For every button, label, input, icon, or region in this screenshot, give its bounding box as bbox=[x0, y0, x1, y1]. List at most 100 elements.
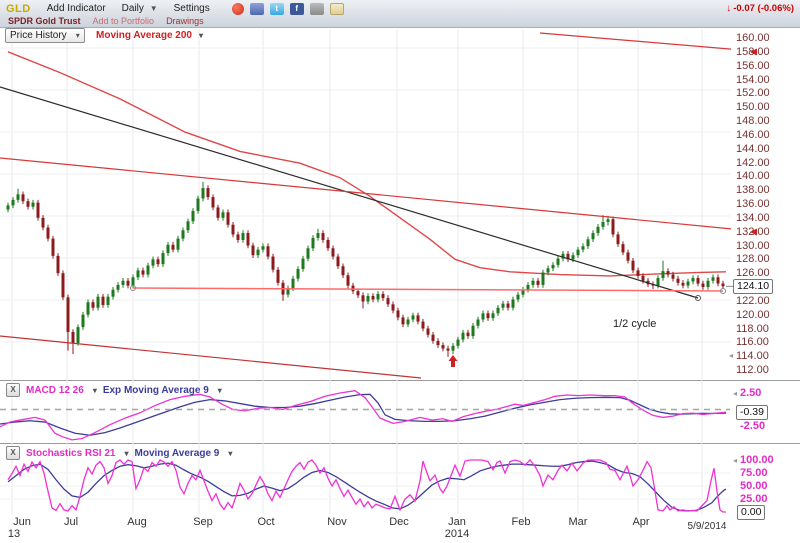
down-arrow-icon: ↓ bbox=[726, 3, 731, 14]
chevron-down-icon: ▾ bbox=[76, 31, 80, 40]
symbol-label[interactable]: GLD bbox=[6, 3, 31, 15]
toolbar-row-security: SPDR Gold Trust Add to Portfolio Drawing… bbox=[8, 16, 204, 26]
macd-header: X MACD 12 26 ▾ Exp Moving Average 9 ▾ bbox=[6, 383, 222, 397]
price-axis-label: 156.00 bbox=[736, 60, 796, 72]
up-arrow-icon bbox=[449, 355, 458, 367]
month-label: Jun bbox=[13, 516, 31, 528]
half-cycle-annotation: 1/2 cycle bbox=[613, 318, 656, 330]
chevron-down-icon: ▾ bbox=[124, 449, 128, 458]
cube-icon[interactable] bbox=[250, 3, 264, 15]
price-axis-label: 132.00 bbox=[736, 226, 796, 238]
toolbar: GLD Add Indicator Daily ▼ Settings t f ↓… bbox=[0, 0, 800, 28]
price-axis-label: 114.00 bbox=[736, 350, 796, 362]
price-axis-label: 144.00 bbox=[736, 143, 796, 155]
price-axis-label: 138.00 bbox=[736, 184, 796, 196]
month-label: Feb bbox=[512, 516, 531, 528]
month-label: Apr bbox=[632, 516, 649, 528]
price-axis-label: 152.00 bbox=[736, 87, 796, 99]
stoch-value-box: 0.00 bbox=[737, 505, 765, 520]
macd-upper-label: 2.50 bbox=[740, 387, 761, 399]
price-axis-label: 130.00 bbox=[736, 240, 796, 252]
price-axis-label: 142.00 bbox=[736, 157, 796, 169]
stoch-axis-label: 25.00 bbox=[740, 493, 768, 505]
chevron-down-icon: ▾ bbox=[228, 449, 232, 458]
last-price-box: 124.10 bbox=[733, 279, 773, 294]
macd-lower-label: -2.50 bbox=[740, 420, 765, 432]
month-label: Jan bbox=[448, 516, 466, 528]
toolbar-row-main: GLD Add Indicator Daily ▼ Settings t f bbox=[6, 2, 344, 15]
charting-app-window: GLD Add Indicator Daily ▼ Settings t f ↓… bbox=[0, 0, 800, 543]
twitter-icon[interactable]: t bbox=[270, 3, 284, 15]
price-history-dropdown[interactable]: Price History ▾ bbox=[5, 28, 85, 43]
price-axis-label: 146.00 bbox=[736, 129, 796, 141]
settings-button[interactable]: Settings bbox=[174, 3, 210, 14]
chevron-down-icon: ▾ bbox=[93, 386, 97, 395]
black-downtrend-line bbox=[0, 87, 701, 301]
month-label: Sep bbox=[193, 516, 213, 528]
macd-title-dropdown[interactable]: MACD 12 26 bbox=[26, 385, 84, 396]
chevron-down-icon: ▼ bbox=[150, 4, 158, 13]
month-label: Dec bbox=[389, 516, 409, 528]
price-axis-label: 150.00 bbox=[736, 101, 796, 113]
camera-icon[interactable] bbox=[310, 3, 324, 15]
stoch-title: Stochastics RSI 21 bbox=[26, 448, 115, 459]
price-axis-label: 160.00 bbox=[736, 32, 796, 44]
macd-signal-dropdown[interactable]: Exp Moving Average 9 bbox=[103, 385, 209, 396]
price-axis-label: 140.00 bbox=[736, 170, 796, 182]
horizontal-support-line bbox=[131, 286, 726, 294]
axis-marker-icon: ◂ bbox=[733, 456, 737, 465]
year-label: 13 bbox=[8, 528, 20, 540]
add-indicator-button[interactable]: Add Indicator bbox=[47, 3, 106, 14]
chart-canvas[interactable] bbox=[0, 0, 800, 543]
stoch-axis-label: 100.00 bbox=[740, 454, 774, 466]
month-label: Jul bbox=[64, 516, 78, 528]
stoch-ma-dropdown[interactable]: Moving Average 9 bbox=[135, 448, 220, 459]
year-label: 2014 bbox=[445, 528, 469, 540]
chevron-down-icon: ▾ bbox=[199, 31, 203, 40]
month-label: Aug bbox=[127, 516, 147, 528]
month-label: Nov bbox=[327, 516, 347, 528]
price-change-area: ↓ -0.07 (-0.06%) bbox=[726, 3, 794, 14]
price-axis-label: 122.00 bbox=[736, 295, 796, 307]
latest-date-label: 5/9/2014 bbox=[688, 521, 727, 532]
month-label: Mar bbox=[569, 516, 588, 528]
toolbar-icon-cluster: t f bbox=[232, 3, 344, 15]
stoch-ma-label: Moving Average 9 bbox=[135, 448, 220, 459]
add-to-portfolio-link[interactable]: Add to Portfolio bbox=[93, 16, 155, 26]
price-axis-label: 148.00 bbox=[736, 115, 796, 127]
channel-top-trendline bbox=[0, 158, 753, 231]
interval-value: Daily bbox=[122, 3, 144, 14]
stoch-title-dropdown[interactable]: Stochastics RSI 21 bbox=[26, 448, 115, 459]
price-axis-label: 120.00 bbox=[736, 309, 796, 321]
stochastics-header: X Stochastics RSI 21 ▾ Moving Average 9 … bbox=[6, 446, 232, 460]
security-name-label: SPDR Gold Trust bbox=[8, 16, 81, 26]
close-icon[interactable]: X bbox=[6, 446, 20, 460]
notes-icon[interactable] bbox=[330, 3, 344, 15]
axis-marker-icon: ◂ bbox=[733, 389, 737, 398]
month-label: Oct bbox=[257, 516, 274, 528]
price-axis-label: 136.00 bbox=[736, 198, 796, 210]
price-history-label: Price History bbox=[10, 30, 67, 41]
chevron-down-icon: ▾ bbox=[218, 386, 222, 395]
stoch-axis-label: 50.00 bbox=[740, 480, 768, 492]
alerts-icon[interactable] bbox=[232, 3, 244, 15]
price-axis-label: 126.00 bbox=[736, 267, 796, 279]
price-axis-label: 134.00 bbox=[736, 212, 796, 224]
close-icon[interactable]: X bbox=[6, 383, 20, 397]
drawings-link[interactable]: Drawings bbox=[166, 16, 204, 26]
facebook-icon[interactable]: f bbox=[290, 3, 304, 15]
macd-value-box: -0.39 bbox=[736, 405, 768, 420]
macd-signal-label: Exp Moving Average 9 bbox=[103, 385, 209, 396]
axis-marker-icon: ◂ bbox=[729, 351, 733, 360]
price-axis-label: 112.00 bbox=[736, 364, 796, 376]
price-axis-label: 116.00 bbox=[736, 336, 796, 348]
price-change-text: -0.07 (-0.06%) bbox=[733, 3, 794, 14]
macd-title: MACD 12 26 bbox=[26, 385, 84, 396]
interval-dropdown[interactable]: Daily ▼ bbox=[122, 3, 158, 14]
price-axis-label: 128.00 bbox=[736, 253, 796, 265]
price-axis-label: 158.00 bbox=[736, 46, 796, 58]
ma200-overlay-dropdown[interactable]: Moving Average 200 ▾ bbox=[96, 30, 203, 41]
price-axis-label: 118.00 bbox=[736, 323, 796, 335]
ma200-label: Moving Average 200 bbox=[96, 30, 192, 41]
price-axis-label: 154.00 bbox=[736, 74, 796, 86]
